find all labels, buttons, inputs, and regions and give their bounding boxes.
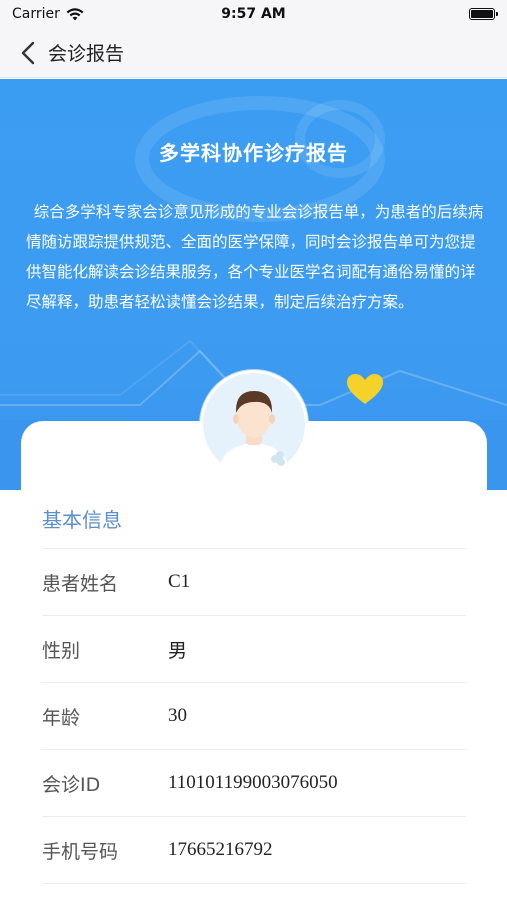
row-label: 手机号码	[42, 840, 119, 863]
row-label: 会诊ID	[42, 773, 101, 796]
back-button[interactable]	[8, 28, 48, 78]
status-bar: Carrier 9:57 AM	[0, 0, 507, 28]
section-title-basic-info: 基本信息	[42, 508, 122, 532]
info-row-divider	[42, 883, 466, 900]
status-right	[345, 8, 498, 20]
battery-icon	[469, 8, 498, 20]
row-label: 性别	[42, 639, 81, 662]
info-row-phone-number: 手机号码 17665216792	[42, 816, 466, 883]
avatar	[200, 370, 308, 478]
info-row-patient-name: 患者姓名 C1	[42, 548, 466, 615]
avatar-icon	[203, 373, 305, 475]
info-row-consultation-id: 会诊ID 110101199003076050	[42, 749, 466, 816]
info-row-gender: 性别 男	[42, 615, 466, 682]
navigation-bar: 会诊报告	[0, 28, 507, 78]
carrier-label: Carrier	[12, 6, 60, 22]
row-label: 患者姓名	[42, 572, 119, 595]
report-title: 多学科协作诊疗报告	[159, 141, 348, 165]
wifi-icon	[66, 7, 84, 20]
info-row-age: 年龄 30	[42, 682, 466, 749]
heart-icon	[347, 374, 383, 404]
status-left: Carrier	[12, 6, 162, 22]
back-chevron-icon	[21, 41, 35, 64]
row-value: 男	[168, 639, 188, 662]
row-value: C1	[168, 571, 191, 592]
row-label: 年龄	[42, 706, 81, 729]
row-value: 17665216792	[168, 839, 273, 860]
page-title: 会诊报告	[48, 43, 125, 65]
status-time: 9:57 AM	[221, 6, 286, 22]
report-description: 综合多学科专家会诊意见形成的专业会诊报告单，为患者的后续病情随访跟踪提供规范、全…	[26, 203, 484, 311]
row-value: 110101199003076050	[168, 772, 338, 793]
row-value: 30	[168, 705, 187, 726]
